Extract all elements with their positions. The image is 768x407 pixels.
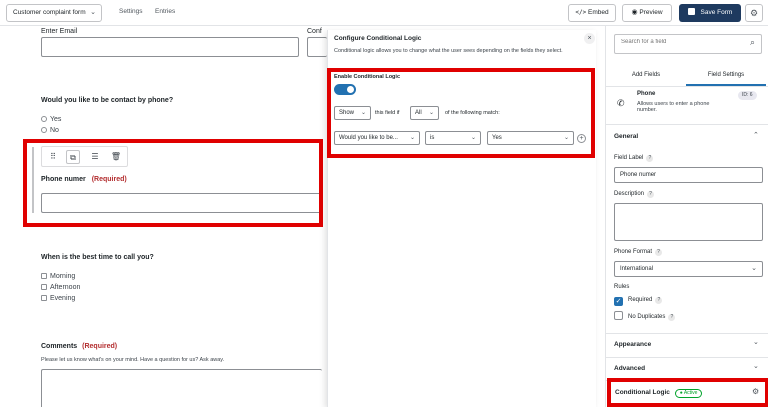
settings-gear-button[interactable]: ⚙ — [745, 4, 763, 22]
popup-description: Conditional logic allows you to change w… — [334, 48, 563, 54]
comments-textarea[interactable] — [41, 369, 322, 407]
radio-option-yes[interactable]: Yes — [41, 116, 61, 123]
field-type-name: Phone — [637, 91, 656, 97]
divider — [606, 124, 768, 125]
field-search-input[interactable] — [621, 39, 731, 45]
divider — [606, 357, 768, 358]
help-icon[interactable]: ? — [655, 297, 663, 304]
enable-logic-highlight — [327, 68, 595, 158]
help-icon[interactable]: ? — [647, 191, 655, 198]
no-duplicates-label: No Duplicates — [628, 314, 666, 320]
email-input[interactable] — [41, 37, 299, 57]
embed-button-label: Embed — [588, 9, 609, 16]
checkbox-option-label: Afternoon — [50, 284, 81, 291]
contact-question: Would you like to be contact by phone? — [41, 97, 174, 104]
field-label-label: Field Label? — [614, 155, 654, 162]
field-label-input[interactable]: Phone numer — [614, 167, 763, 183]
divider — [606, 86, 768, 87]
field-type-description: Allows users to enter a phone number. — [637, 101, 710, 113]
conditional-logic-row[interactable]: Conditional Logic ● Active — [615, 389, 703, 398]
check-icon: ✓ — [615, 298, 622, 305]
form-selector-label: Customer complaint form — [13, 9, 86, 16]
code-icon: </> — [575, 9, 587, 16]
save-icon — [687, 8, 695, 15]
radio-button[interactable] — [41, 116, 47, 122]
checkbox-option-label: Morning — [50, 273, 76, 280]
right-panel: ⌕ Add Fields Field Settings ✆ Phone Allo… — [605, 26, 768, 407]
confirm-email-label: Conf — [307, 28, 322, 35]
no-duplicates-rule[interactable]: No Duplicates? — [614, 311, 676, 321]
comments-label-text: Comments — [41, 343, 78, 350]
phone-format-value: International — [620, 266, 654, 272]
field-label-text: Field Label — [614, 155, 644, 161]
required-rule[interactable]: ✓ Required? — [614, 297, 663, 306]
email-label: Enter Email — [41, 28, 78, 35]
phone-format-select[interactable]: International ⌄ — [614, 261, 763, 277]
preview-button-label: Preview — [639, 9, 663, 16]
nav-entries[interactable]: Entries — [155, 8, 175, 15]
radio-option-label: Yes — [50, 116, 62, 123]
appearance-section-title[interactable]: Appearance — [614, 341, 651, 348]
general-section-title[interactable]: General — [614, 133, 638, 140]
radio-option-no[interactable]: No — [41, 127, 59, 134]
phone-field-highlight — [23, 139, 323, 227]
required-rule-label: Required — [628, 297, 653, 303]
chevron-down-icon[interactable]: ⌄ — [753, 362, 759, 370]
form-selector[interactable]: Customer complaint form ⌄ — [6, 4, 102, 22]
chevron-down-icon[interactable]: ⌄ — [753, 338, 759, 346]
required-checkbox[interactable]: ✓ — [614, 297, 623, 306]
divider — [606, 333, 768, 334]
conditional-logic-label: Conditional Logic — [615, 389, 670, 396]
advanced-section-title[interactable]: Advanced — [614, 365, 645, 372]
help-icon[interactable]: ? — [646, 155, 654, 162]
save-form-button-label: Save Form — [700, 9, 733, 16]
radio-option-label: No — [50, 127, 59, 134]
phone-format-label-text: Phone Format — [614, 249, 653, 255]
help-icon[interactable]: ? — [668, 314, 676, 321]
tab-add-fields[interactable]: Add Fields — [606, 72, 686, 78]
checkbox[interactable] — [41, 284, 47, 290]
gear-icon[interactable]: ⚙ — [752, 387, 759, 396]
no-duplicates-checkbox[interactable] — [614, 311, 623, 320]
phone-format-label: Phone Format? — [614, 249, 663, 256]
radio-button[interactable] — [41, 127, 47, 133]
checkbox-option-morning[interactable]: Morning — [41, 273, 75, 280]
comments-label: Comments (Required) — [41, 343, 117, 350]
field-search[interactable]: ⌕ — [614, 34, 762, 54]
search-icon: ⌕ — [749, 37, 755, 47]
description-textarea[interactable] — [614, 203, 763, 241]
field-id-badge: ID: 6 — [738, 91, 757, 100]
help-icon[interactable]: ? — [655, 249, 663, 256]
phone-icon: ✆ — [617, 98, 625, 108]
checkbox-option-evening[interactable]: Evening — [41, 295, 75, 302]
confirm-email-input[interactable] — [307, 37, 327, 57]
checkbox[interactable] — [41, 295, 47, 301]
top-bar: Customer complaint form ⌄ Settings Entri… — [0, 0, 768, 26]
description-label: Description? — [614, 191, 655, 198]
description-label-text: Description — [614, 191, 645, 197]
tab-field-settings[interactable]: Field Settings — [686, 72, 766, 78]
time-question: When is the best time to call you? — [41, 254, 154, 261]
comments-description: Please let us know what's on your mind. … — [41, 357, 225, 363]
chevron-up-icon[interactable]: ⌃ — [753, 131, 759, 139]
gear-icon: ⚙ — [749, 8, 759, 18]
embed-button[interactable]: </> Embed — [568, 4, 616, 22]
eye-icon: ◉ — [631, 9, 638, 16]
nav-settings[interactable]: Settings — [119, 8, 143, 15]
chevron-down-icon: ⌄ — [90, 9, 96, 16]
preview-button[interactable]: ◉ Preview — [622, 4, 672, 22]
save-form-button[interactable]: Save Form — [679, 4, 741, 22]
chevron-down-icon: ⌄ — [751, 265, 757, 272]
active-badge-label: Active — [683, 390, 698, 396]
popup-title: Configure Conditional Logic — [334, 35, 422, 42]
checkbox-option-label: Evening — [50, 295, 76, 302]
checkbox-option-afternoon[interactable]: Afternoon — [41, 284, 80, 291]
close-icon[interactable]: × — [584, 33, 595, 44]
active-badge: ● Active — [674, 389, 703, 398]
checkbox[interactable] — [41, 273, 47, 279]
required-tag: (Required) — [82, 343, 118, 350]
conditional-logic-popup: Configure Conditional Logic × Conditiona… — [327, 30, 596, 407]
rules-label: Rules — [614, 284, 630, 290]
